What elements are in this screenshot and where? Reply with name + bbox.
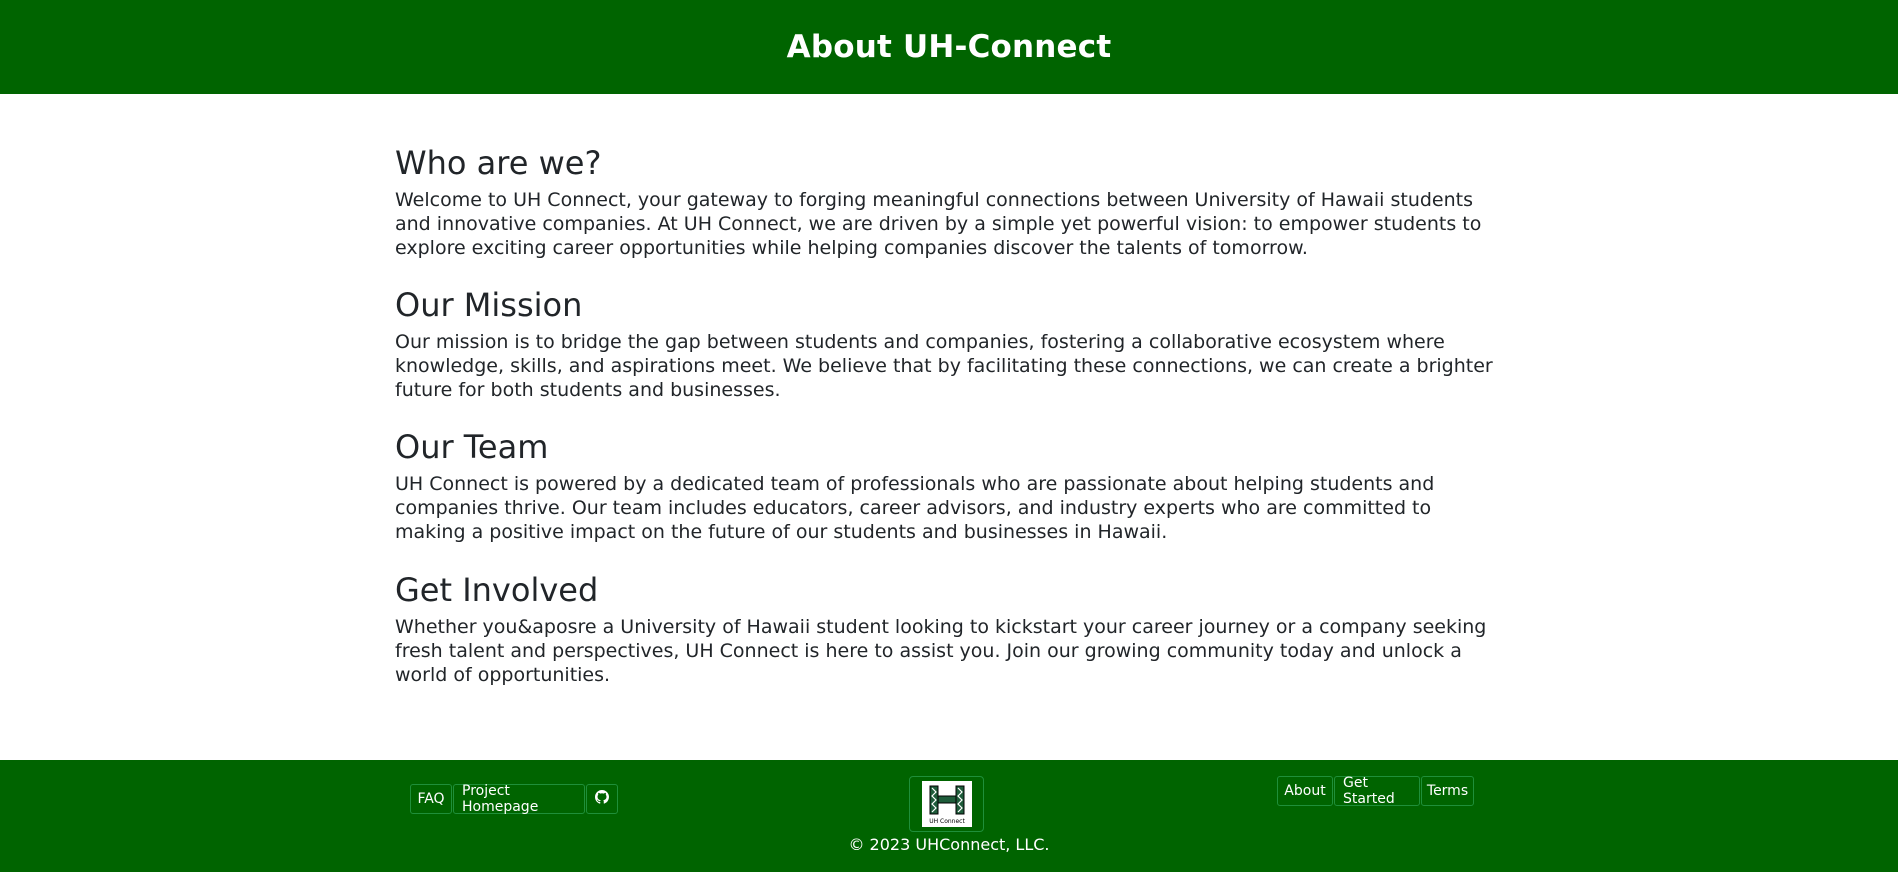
section-heading: Our Team xyxy=(395,428,549,466)
section-heading: Who are we? xyxy=(395,144,602,182)
faq-link[interactable]: FAQ xyxy=(410,784,452,814)
section-heading: Get Involved xyxy=(395,571,599,609)
logo-text: UH Connect xyxy=(929,818,965,825)
section-body: Our mission is to bridge the gap between… xyxy=(395,331,1493,401)
section-body: Whether you&aposre a University of Hawai… xyxy=(395,616,1487,686)
github-icon xyxy=(595,790,609,808)
section-heading: Our Mission xyxy=(395,286,583,324)
page-header: About UH-Connect xyxy=(0,0,1898,94)
section-our-mission: Our Mission Our mission is to bridge the… xyxy=(395,286,1505,402)
section-get-involved: Get Involved Whether you&aposre a Univer… xyxy=(395,571,1505,687)
page-footer: FAQ Project Homepage UH Connect About Ge… xyxy=(0,760,1898,872)
section-body: Welcome to UH Connect, your gateway to f… xyxy=(395,189,1482,259)
section-who-are-we: Who are we? Welcome to UH Connect, your … xyxy=(395,144,1505,260)
uh-connect-logo: UH Connect xyxy=(921,781,972,827)
project-homepage-link[interactable]: Project Homepage xyxy=(453,783,585,815)
footer-logo[interactable]: UH Connect xyxy=(909,776,984,832)
section-our-team: Our Team UH Connect is powered by a dedi… xyxy=(395,428,1505,544)
terms-link[interactable]: Terms xyxy=(1421,776,1474,806)
about-link[interactable]: About xyxy=(1277,776,1333,806)
section-body: UH Connect is powered by a dedicated tea… xyxy=(395,473,1435,543)
github-link[interactable] xyxy=(586,784,618,814)
page-title: About UH-Connect xyxy=(786,29,1112,65)
copyright-text: © 2023 UHConnect, LLC. xyxy=(848,835,1050,854)
get-started-link[interactable]: Get Started xyxy=(1334,775,1420,807)
